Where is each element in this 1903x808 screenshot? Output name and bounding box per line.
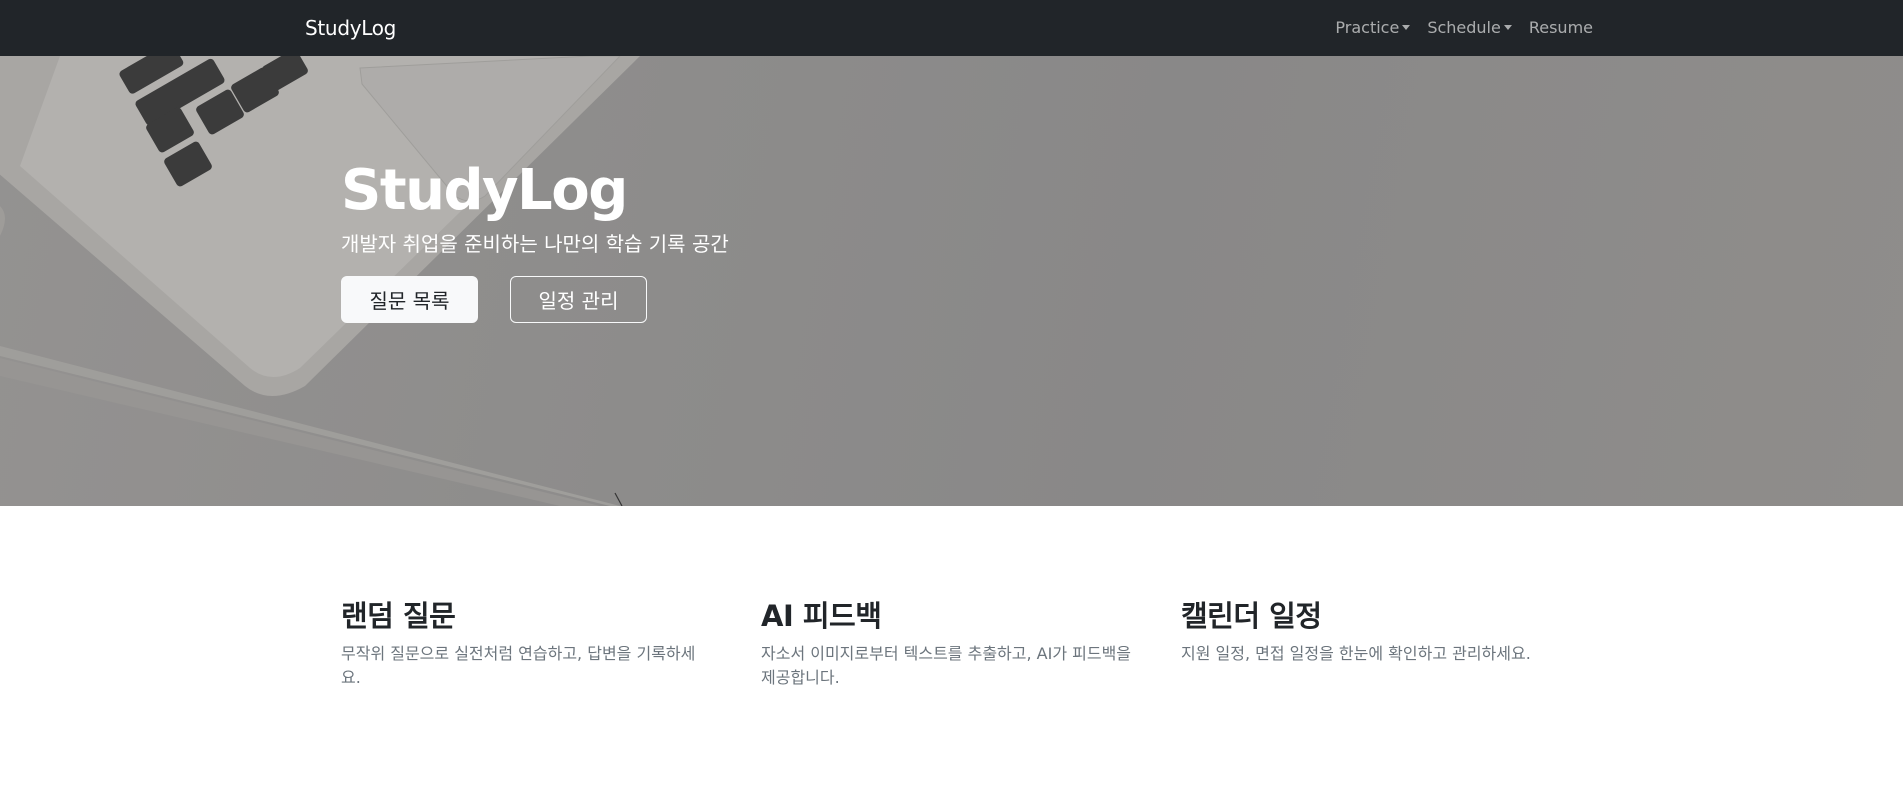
hero-title: StudyLog [341, 158, 628, 223]
feature-description: 무작위 질문으로 실전처럼 연습하고, 답변을 기록하세요. [341, 643, 696, 687]
feature-title: 캘린더 일정 [1181, 599, 1322, 633]
hero-overlay [0, 56, 1903, 506]
hero-buttons: 질문 목록 일정 관리 [341, 275, 729, 323]
feature-description: 지원 일정, 면접 일정을 한눈에 확인하고 관리하세요. [1181, 643, 1531, 663]
feature-title: 랜덤 질문 [341, 599, 456, 633]
caret-down-icon [1503, 25, 1512, 30]
nav-item-schedule[interactable]: Schedule [1427, 18, 1512, 37]
navbar-brand[interactable]: StudyLog [305, 16, 396, 40]
nav-item-practice[interactable]: Practice [1335, 18, 1411, 37]
nav-item-resume[interactable]: Resume [1529, 18, 1593, 37]
feature-random-question: 랜덤 질문 무작위 질문으로 실전처럼 연습하고, 답변을 기록하세요. [341, 599, 761, 690]
nav-item-label: Schedule [1427, 18, 1501, 37]
feature-title: AI 피드백 [761, 599, 882, 633]
nav-item-label: Practice [1335, 18, 1400, 37]
feature-ai-feedback: AI 피드백 자소서 이미지로부터 텍스트를 추출하고, AI가 피드백을 제공… [761, 599, 1181, 690]
feature-calendar-schedule: 캘린더 일정 지원 일정, 면접 일정을 한눈에 확인하고 관리하세요. [1181, 599, 1601, 690]
question-list-button[interactable]: 질문 목록 [341, 275, 478, 323]
hero-subtitle: 개발자 취업을 준비하는 나만의 학습 기록 공간 [341, 231, 729, 256]
hero-section: StudyLog 개발자 취업을 준비하는 나만의 학습 기록 공간 질문 목록… [0, 56, 1903, 506]
hero-content: StudyLog 개발자 취업을 준비하는 나만의 학습 기록 공간 질문 목록… [341, 160, 729, 323]
feature-description: 자소서 이미지로부터 텍스트를 추출하고, AI가 피드백을 제공합니다. [761, 643, 1132, 687]
nav-menu: Practice Schedule Resume [1335, 18, 1593, 37]
navbar: StudyLog Practice Schedule Resume [0, 0, 1903, 56]
caret-down-icon [1402, 25, 1411, 30]
features-section: 랜덤 질문 무작위 질문으로 실전처럼 연습하고, 답변을 기록하세요. AI … [341, 599, 1601, 690]
nav-item-label: Resume [1528, 18, 1593, 37]
schedule-manage-button[interactable]: 일정 관리 [510, 275, 647, 323]
